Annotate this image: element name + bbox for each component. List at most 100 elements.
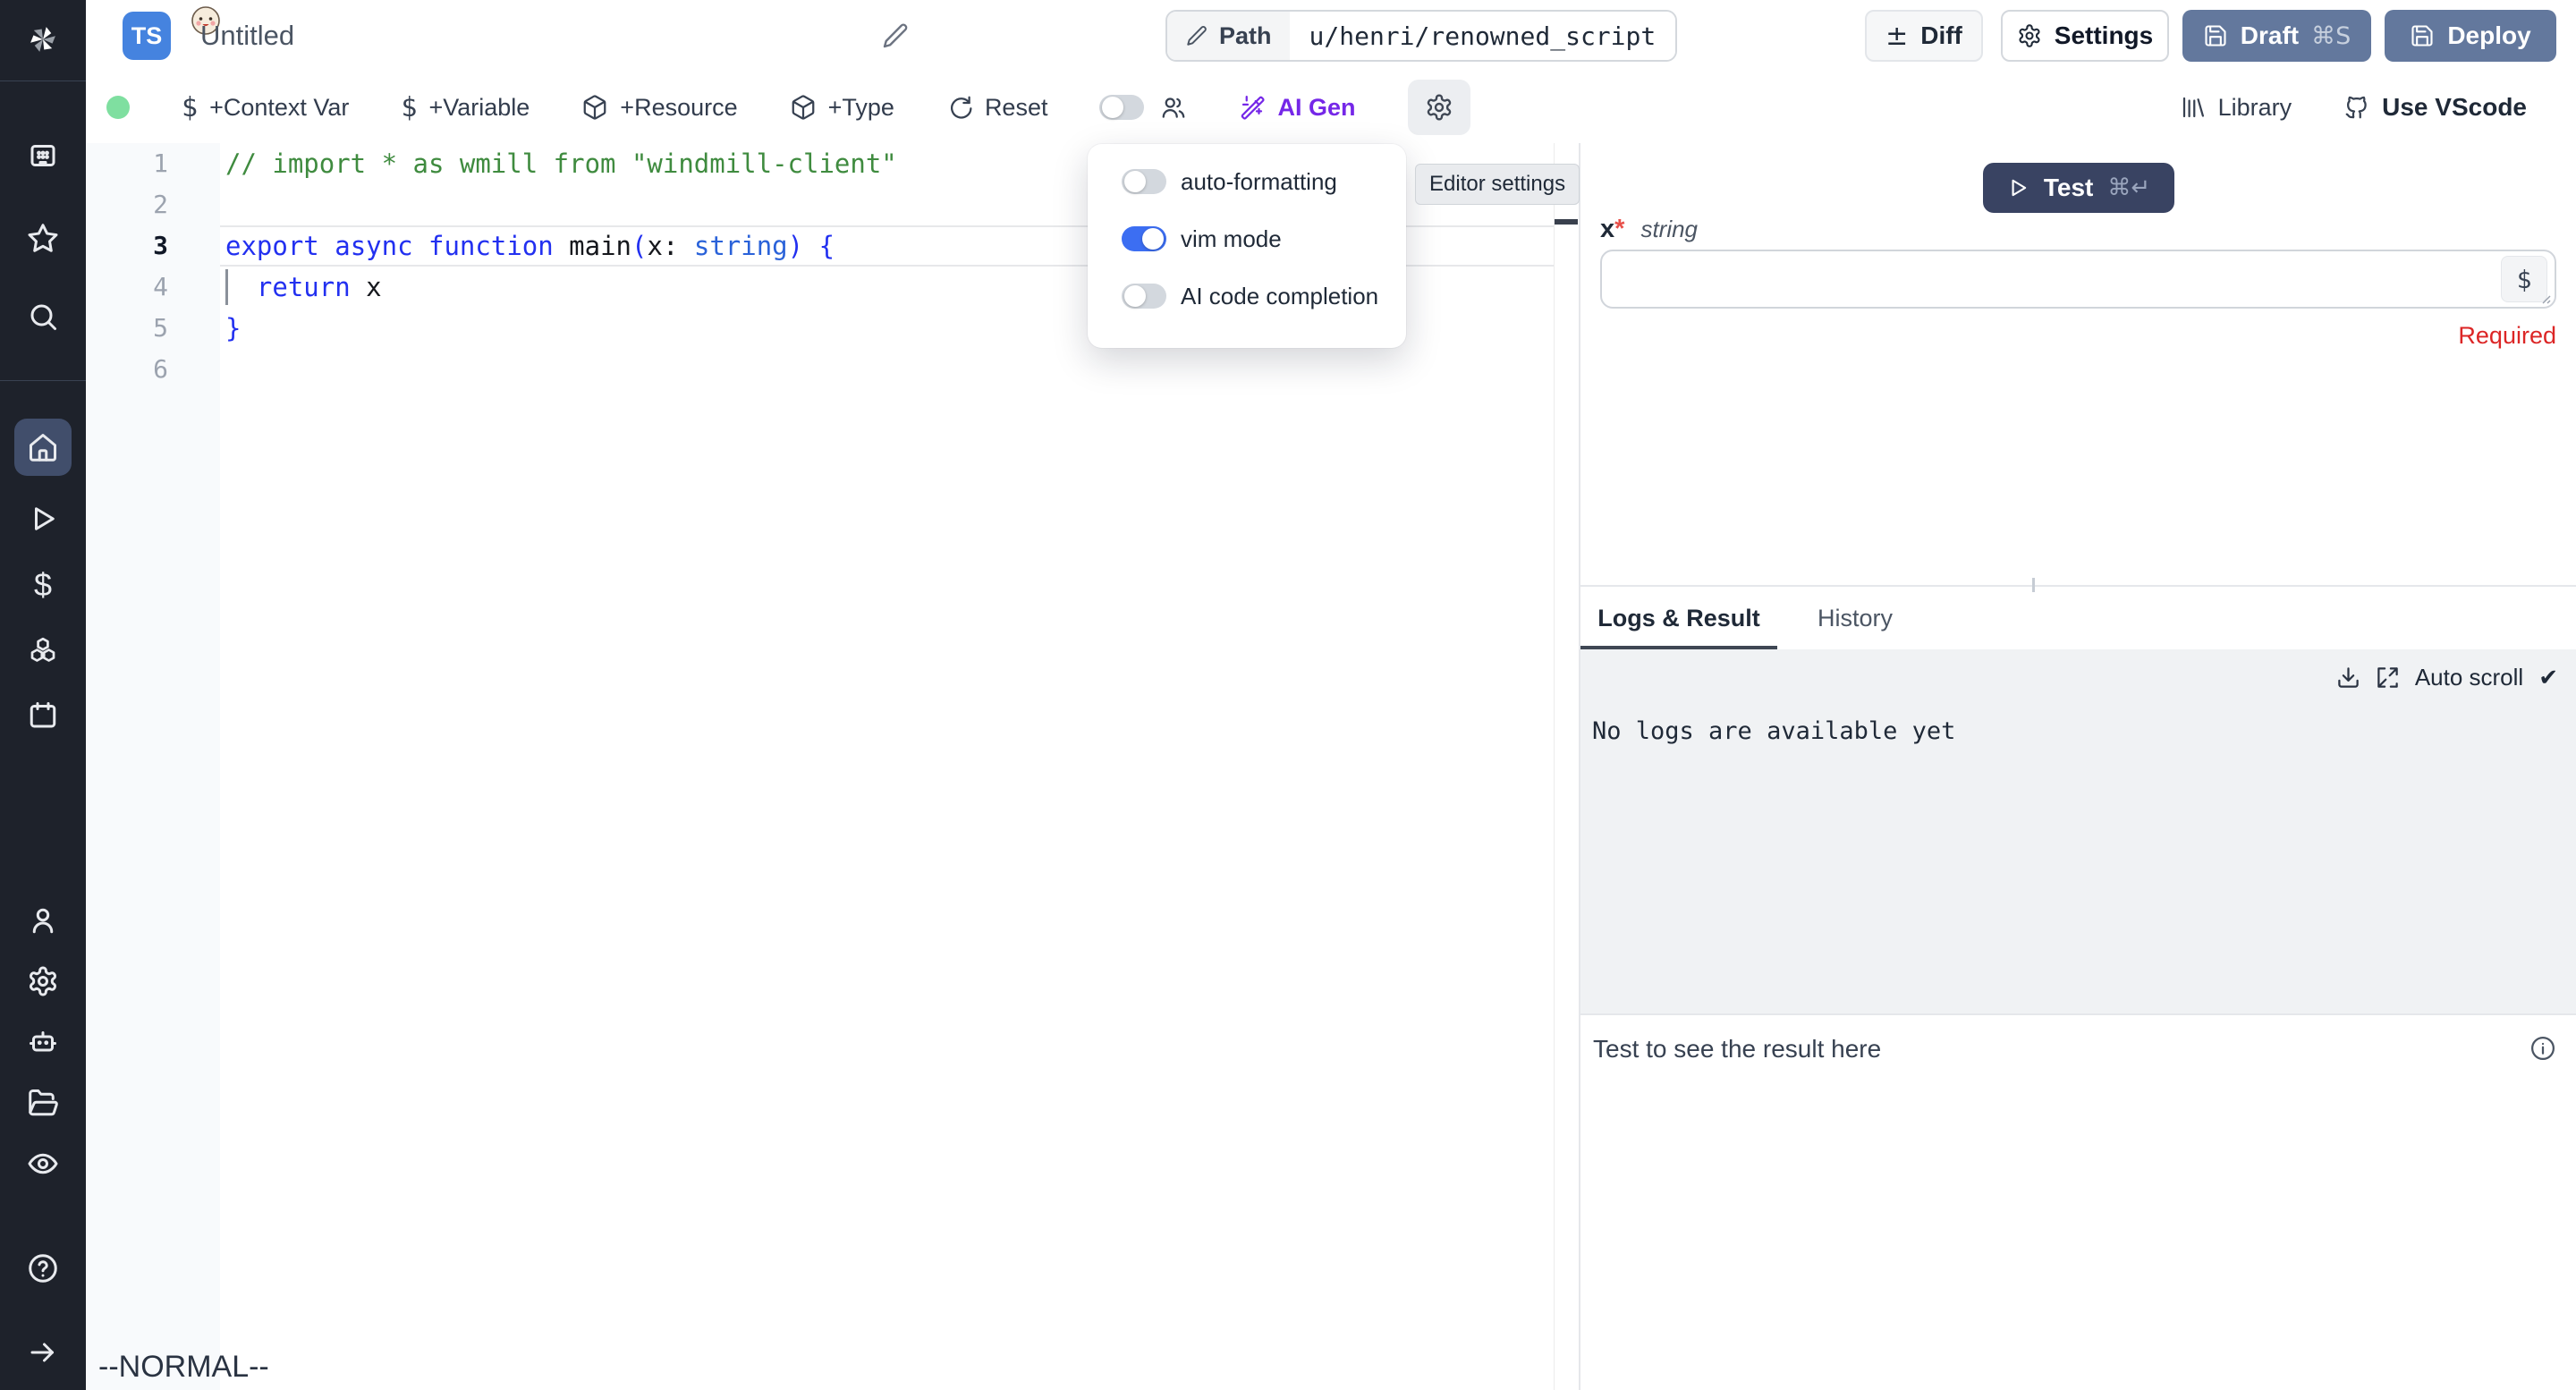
package-icon (790, 94, 817, 121)
help-icon[interactable] (14, 1240, 72, 1297)
sidebar-item-audit-logs[interactable] (14, 1135, 72, 1192)
tab-logs-result[interactable]: Logs & Result (1580, 587, 1777, 649)
edit-title-pencil-icon[interactable] (881, 21, 910, 50)
draft-button[interactable]: Draft ⌘S (2182, 10, 2371, 62)
page-title: Untitled (200, 20, 294, 52)
menu-item-label: AI code completion (1181, 283, 1378, 310)
vim-cursor (225, 269, 228, 305)
menu-item-auto-formatting[interactable]: auto-formatting (1088, 153, 1406, 210)
dollar-icon: $ (2517, 265, 2532, 294)
add-variable-button[interactable]: $ +Variable (401, 92, 530, 123)
deploy-label: Deploy (2447, 21, 2530, 50)
reset-label: Reset (985, 94, 1048, 122)
sidebar-item-schedules[interactable] (14, 687, 72, 744)
toggle-knob (1124, 171, 1146, 192)
line-number: 3 (86, 225, 220, 267)
splitter-handle[interactable] (2032, 578, 2035, 592)
download-icon[interactable] (2336, 665, 2360, 690)
add-type-label: +Type (828, 94, 894, 122)
logs-pane: Auto scroll ✔ No logs are available yet (1580, 649, 2576, 1013)
code-line[interactable] (225, 349, 1543, 390)
toggle[interactable] (1122, 284, 1166, 309)
deploy-button[interactable]: Deploy (2385, 10, 2556, 62)
reset-button[interactable]: Reset (946, 94, 1048, 122)
sidebar-item-home[interactable] (14, 419, 72, 476)
toggle[interactable] (1122, 226, 1166, 251)
add-context-var-label: +Context Var (209, 94, 349, 122)
menu-item-vim-mode[interactable]: vim mode (1088, 210, 1406, 267)
path-label: Path (1219, 22, 1272, 50)
use-vscode-label: Use VScode (2382, 93, 2527, 122)
toggle-knob (1124, 285, 1146, 307)
sidebar-item-variables[interactable]: $ (14, 556, 72, 614)
test-button[interactable]: Test ⌘↵ (1983, 163, 2174, 213)
line-number: 1 (86, 143, 220, 184)
refresh-icon (946, 94, 973, 121)
add-context-var-button[interactable]: $ +Context Var (182, 92, 349, 123)
diff-label: Diff (1920, 21, 1962, 50)
windmill-logo-icon[interactable] (14, 11, 72, 68)
sidebar: $ (0, 0, 86, 1390)
expand-icon[interactable] (2376, 665, 2400, 690)
sidebar-item-settings[interactable] (14, 953, 72, 1010)
pencil-icon (1185, 24, 1208, 47)
arg-input-field[interactable]: $ (1600, 250, 2556, 309)
overview-ruler (1554, 143, 1555, 1390)
package-icon (581, 94, 608, 121)
editor-settings-tooltip: Editor settings (1415, 164, 1580, 205)
diff-button[interactable]: ± Diff (1865, 10, 1983, 62)
menu-item-label: auto-formatting (1181, 168, 1337, 196)
topbar: TS Untitled Path u/henr (86, 0, 2576, 72)
sidebar-item-folders[interactable] (14, 1074, 72, 1131)
argument-label: x* string (1600, 215, 1698, 244)
gear-icon (1425, 93, 1453, 122)
workspace-icon[interactable] (14, 127, 72, 184)
line-number: 5 (86, 308, 220, 349)
use-vscode-button[interactable]: Use VScode (2343, 93, 2527, 122)
dollar-icon: $ (34, 566, 52, 604)
toggle-knob (1102, 97, 1123, 118)
tab-history-label: History (1818, 605, 1893, 632)
settings-button[interactable]: Settings (2001, 10, 2169, 62)
auto-scroll-label[interactable]: Auto scroll (2415, 664, 2523, 691)
add-type-button[interactable]: +Type (790, 94, 894, 122)
add-variable-label: +Variable (428, 94, 530, 122)
multiplayer-toggle[interactable] (1099, 95, 1144, 120)
sidebar-item-runs[interactable] (14, 490, 72, 547)
expand-sidebar-arrow-icon[interactable] (14, 1324, 72, 1381)
add-resource-button[interactable]: +Resource (581, 94, 737, 122)
gear-icon (2017, 23, 2042, 48)
badge-label: TS (131, 22, 163, 50)
windmill-script-editor: $ (0, 0, 2576, 1390)
ai-gen-button[interactable]: AI Gen (1239, 94, 1355, 122)
required-asterisk: * (1614, 215, 1624, 243)
plus-minus-icon: ± (1885, 21, 1908, 52)
line-number: 6 (86, 349, 220, 390)
sidebar-item-workers[interactable] (14, 1013, 72, 1071)
play-icon (2006, 176, 2029, 199)
result-placeholder: Test to see the result here (1593, 1035, 1881, 1064)
library-icon (2180, 94, 2207, 121)
menu-item-ai-code-completion[interactable]: AI code completion (1088, 267, 1406, 325)
dollar-icon: $ (182, 92, 198, 123)
path-field[interactable]: Path u/henri/renowned_script (1165, 10, 1677, 62)
tab-history[interactable]: History (1806, 587, 1904, 649)
info-icon[interactable] (2529, 1035, 2556, 1062)
favorites-star-icon[interactable] (14, 209, 72, 267)
toggle-knob (1142, 228, 1164, 250)
sidebar-item-resources[interactable] (14, 623, 72, 680)
library-button[interactable]: Library (2180, 94, 2292, 122)
dollar-icon: $ (401, 92, 417, 123)
search-icon[interactable] (14, 288, 72, 345)
check-icon[interactable]: ✔ (2538, 665, 2558, 691)
resize-grip-icon[interactable] (2538, 291, 2552, 305)
editor-settings-button[interactable] (1408, 80, 1470, 135)
library-label: Library (2218, 94, 2292, 122)
sidebar-item-users[interactable] (14, 892, 72, 949)
overview-ruler-cursor-mark (1555, 219, 1578, 225)
path-value[interactable]: u/henri/renowned_script (1290, 12, 1676, 60)
toggle[interactable] (1122, 169, 1166, 194)
editor-settings-menu: auto-formatting vim mode AI code completio… (1088, 144, 1406, 348)
editor-toolbar: $ +Context Var $ +Variable +Resource + (86, 72, 2576, 143)
test-label: Test (2044, 174, 2094, 202)
